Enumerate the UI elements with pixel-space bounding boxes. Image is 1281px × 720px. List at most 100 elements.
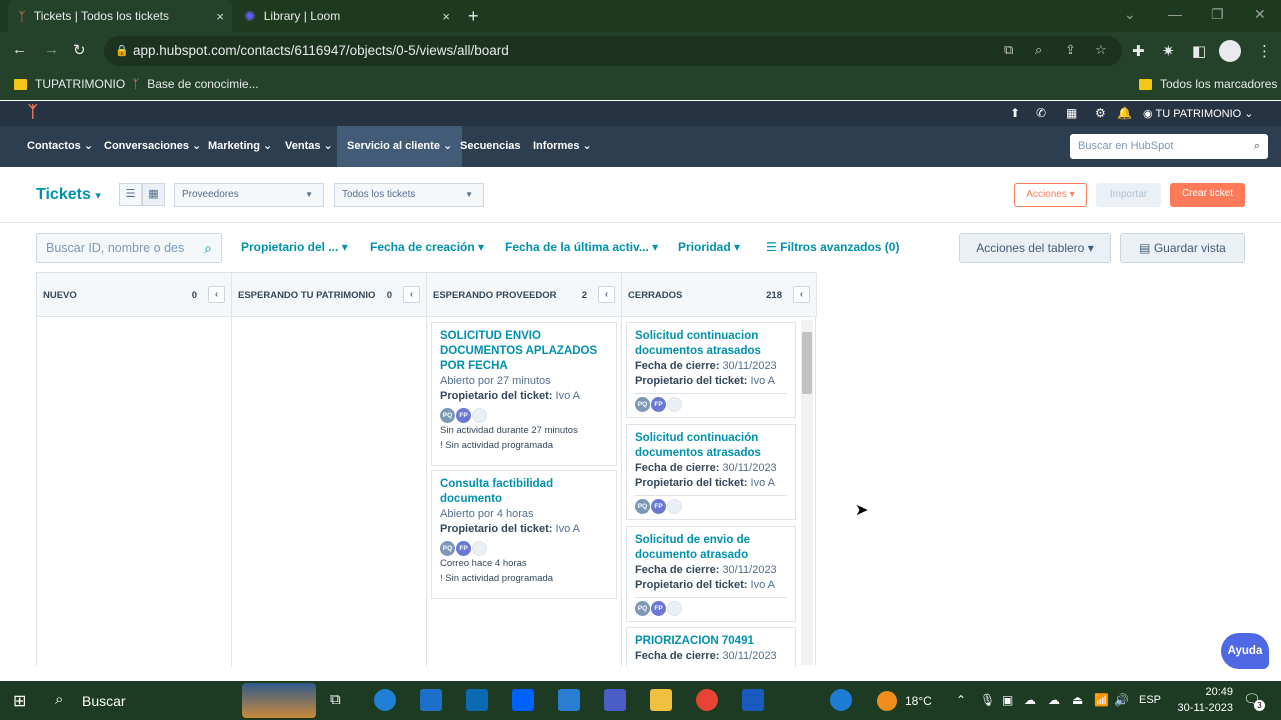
dropbox-icon[interactable] bbox=[512, 689, 534, 711]
chrome-icon[interactable] bbox=[696, 689, 718, 711]
notifications-icon[interactable]: 🔔 bbox=[1117, 106, 1132, 120]
create-ticket-button[interactable]: Crear ticket bbox=[1170, 183, 1245, 207]
collapse-column-icon[interactable]: ‹ bbox=[793, 286, 810, 303]
word-icon[interactable] bbox=[742, 689, 764, 711]
cloud-icon[interactable]: ☁ bbox=[1048, 693, 1060, 707]
mail-icon[interactable] bbox=[558, 689, 580, 711]
ticket-title[interactable]: Solicitud de envio de documento atrasado bbox=[635, 533, 787, 563]
account-menu[interactable]: ◉ TU PATRIMONIO ⌄ bbox=[1143, 107, 1254, 120]
back-icon[interactable]: ← bbox=[12, 41, 27, 58]
upgrade-icon[interactable]: ⬆ bbox=[1010, 106, 1020, 120]
task-view-icon[interactable]: ⧉ bbox=[330, 691, 341, 708]
priority-filter[interactable]: Prioridad ▾ bbox=[678, 240, 740, 254]
tab-tickets[interactable]: ᛉ Tickets | Todos los tickets × bbox=[8, 0, 232, 32]
created-date-filter[interactable]: Fecha de creación ▾ bbox=[370, 240, 484, 254]
scrollbar-thumb[interactable] bbox=[802, 332, 812, 394]
wifi-icon[interactable]: 📶 bbox=[1094, 693, 1109, 707]
list-view-icon[interactable]: ☰ bbox=[119, 183, 142, 206]
import-button[interactable]: Importar bbox=[1096, 183, 1161, 207]
ticket-title[interactable]: Solicitud continuacion documentos atrasa… bbox=[635, 329, 787, 359]
sidepanel-icon[interactable]: ◧ bbox=[1192, 42, 1206, 60]
profile-avatar[interactable] bbox=[1219, 40, 1241, 62]
mic-icon[interactable]: 🎙 bbox=[980, 693, 995, 707]
ticket-title[interactable]: Solicitud continuación documentos atrasa… bbox=[635, 431, 787, 461]
loom-extension-icon[interactable]: ✷ bbox=[1162, 42, 1175, 60]
board-view-icon[interactable]: ▦ bbox=[142, 183, 165, 206]
save-view-button[interactable]: ▤ Guardar vista bbox=[1120, 233, 1245, 263]
view-select[interactable]: Todos los tickets ▼ bbox=[334, 183, 484, 207]
language-indicator[interactable]: ESP bbox=[1139, 694, 1161, 706]
mywork-icon[interactable] bbox=[466, 689, 488, 711]
nav-conversaciones[interactable]: Conversaciones ⌄ bbox=[104, 126, 201, 167]
bookmark-star-icon[interactable]: ☆ bbox=[1095, 42, 1107, 58]
volume-icon[interactable]: 🔊 bbox=[1114, 693, 1129, 707]
ticket-title[interactable]: PRIORIZACION 70491 bbox=[635, 634, 787, 649]
collapse-column-icon[interactable]: ‹ bbox=[208, 286, 225, 303]
hubspot-logo-icon[interactable]: ᛉ bbox=[28, 104, 38, 122]
nav-informes[interactable]: Informes ⌄ bbox=[533, 126, 592, 167]
help-app-icon[interactable] bbox=[830, 689, 852, 711]
taskbar-search-label[interactable]: Buscar bbox=[82, 693, 126, 709]
new-tab-button[interactable]: + bbox=[468, 6, 479, 27]
collapse-column-icon[interactable]: ‹ bbox=[403, 286, 420, 303]
zoom-icon[interactable]: ⌕ bbox=[1035, 42, 1042, 58]
tray-chevron-icon[interactable]: ⌃ bbox=[956, 693, 966, 707]
nav-marketing[interactable]: Marketing ⌄ bbox=[208, 126, 272, 167]
nav-secuencias[interactable]: Secuencias bbox=[460, 126, 521, 167]
reload-icon[interactable]: ↻ bbox=[73, 41, 86, 59]
ticket-card[interactable]: PRIORIZACION 70491 Fecha de cierre: 30/1… bbox=[626, 627, 796, 667]
usb-icon[interactable]: ⏏ bbox=[1072, 693, 1083, 707]
ticket-card[interactable]: SOLICITUD ENVIO DOCUMENTOS APLAZADOS POR… bbox=[431, 322, 617, 466]
ticket-card[interactable]: Solicitud de envio de documento atrasado… bbox=[626, 526, 796, 622]
last-activity-filter[interactable]: Fecha de la última activ... ▾ bbox=[505, 240, 658, 254]
column-scrollbar[interactable] bbox=[801, 320, 813, 665]
translate-icon[interactable]: ⧉ bbox=[1004, 42, 1013, 58]
clock-time[interactable]: 20:49 bbox=[1183, 686, 1233, 698]
share-icon[interactable]: ⇪ bbox=[1065, 42, 1076, 58]
windows-start-icon[interactable]: ⊞ bbox=[13, 691, 26, 711]
restore-icon[interactable]: ❐ bbox=[1211, 6, 1224, 23]
onedrive-icon[interactable]: ☁ bbox=[1024, 693, 1036, 707]
url-field[interactable]: 🔒 app.hubspot.com/contacts/6116947/objec… bbox=[104, 36, 1122, 66]
page-title[interactable]: Tickets ▾ bbox=[36, 186, 101, 204]
board-actions-button[interactable]: Acciones del tablero ▾ bbox=[959, 233, 1111, 263]
ticket-card[interactable]: Solicitud continuación documentos atrasa… bbox=[626, 424, 796, 520]
store-icon[interactable] bbox=[420, 689, 442, 711]
file-explorer-icon[interactable] bbox=[650, 689, 672, 711]
nav-contactos[interactable]: Contactos ⌄ bbox=[27, 126, 93, 167]
nav-ventas[interactable]: Ventas ⌄ bbox=[285, 126, 333, 167]
clock-date[interactable]: 30-11-2023 bbox=[1168, 702, 1233, 714]
pipeline-select[interactable]: Proveedores ▼ bbox=[174, 183, 324, 207]
advanced-filters[interactable]: ☰ Filtros avanzados (0) bbox=[766, 240, 899, 254]
ticket-search-input[interactable]: Buscar ID, nombre o des ⌕ bbox=[36, 233, 222, 263]
tab-loom[interactable]: ✺ Library | Loom × bbox=[234, 0, 458, 32]
calling-icon[interactable]: ✆ bbox=[1036, 106, 1046, 120]
collapse-column-icon[interactable]: ‹ bbox=[598, 286, 615, 303]
ticket-card[interactable]: Consulta factibilidad documento Abierto … bbox=[431, 470, 617, 599]
app-icon[interactable] bbox=[604, 689, 626, 711]
settings-icon[interactable]: ⚙ bbox=[1095, 106, 1106, 120]
ticket-title[interactable]: SOLICITUD ENVIO DOCUMENTOS APLAZADOS POR… bbox=[440, 329, 608, 374]
actions-button[interactable]: Acciones ▾ bbox=[1014, 183, 1087, 207]
bookmark-tupatrimonio[interactable]: TUPATRIMONIO bbox=[14, 77, 125, 91]
weather-temp[interactable]: 18°C bbox=[905, 694, 932, 708]
taskbar-search-icon[interactable]: ⌕ bbox=[55, 691, 63, 708]
close-tab-icon[interactable]: × bbox=[216, 9, 224, 24]
edge-icon[interactable] bbox=[374, 689, 396, 711]
minimize-icon[interactable]: — bbox=[1168, 6, 1182, 22]
extensions-icon[interactable]: ✚ bbox=[1132, 42, 1145, 60]
marketplace-icon[interactable]: ▦ bbox=[1066, 106, 1077, 120]
tab-search-icon[interactable]: ⌄ bbox=[1124, 6, 1136, 23]
meet-icon[interactable]: ▣ bbox=[1002, 693, 1013, 707]
bookmark-base[interactable]: ᛉ Base de conocimie... bbox=[132, 77, 259, 91]
close-tab-icon[interactable]: × bbox=[442, 9, 450, 24]
hubspot-search-input[interactable]: Buscar en HubSpot ⌕ bbox=[1070, 134, 1268, 159]
owner-filter[interactable]: Propietario del ... ▾ bbox=[241, 240, 348, 254]
nav-servicio[interactable]: Servicio al cliente ⌄ bbox=[337, 126, 463, 167]
ticket-card[interactable]: Solicitud continuacion documentos atrasa… bbox=[626, 322, 796, 418]
help-button[interactable]: Ayuda bbox=[1221, 633, 1269, 669]
ticket-title[interactable]: Consulta factibilidad documento bbox=[440, 477, 608, 507]
all-bookmarks[interactable]: Todos los marcadores bbox=[1139, 77, 1277, 91]
close-window-icon[interactable]: ✕ bbox=[1254, 6, 1266, 23]
menu-icon[interactable]: ⋮ bbox=[1257, 42, 1272, 60]
